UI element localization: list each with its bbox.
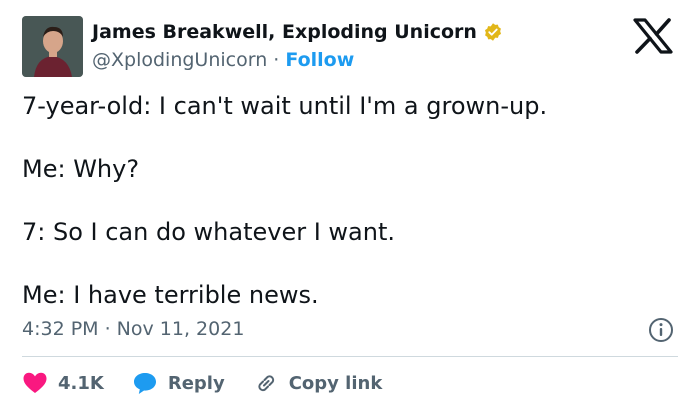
- divider: [22, 356, 678, 357]
- handle-separator: ·: [273, 49, 280, 71]
- like-button[interactable]: 4.1K: [22, 371, 104, 395]
- author-handle[interactable]: @XplodingUnicorn: [92, 49, 267, 71]
- author-name-row: James Breakwell, Exploding Unicorn: [92, 21, 503, 43]
- tweet-text-line: 7: So I can do whatever I want.: [22, 218, 396, 246]
- tweet-text-line: 7-year-old: I can't wait until I'm a gro…: [22, 92, 548, 120]
- author-name[interactable]: James Breakwell, Exploding Unicorn: [92, 21, 477, 43]
- tweet-text-line: Me: Why?: [22, 155, 140, 183]
- verified-badge-icon: [484, 23, 501, 41]
- copy-link-label: Copy link: [288, 372, 383, 394]
- info-icon[interactable]: [648, 317, 674, 343]
- tweet-timestamp[interactable]: 4:32 PM · Nov 11, 2021: [22, 318, 244, 340]
- reply-button[interactable]: Reply: [132, 371, 225, 395]
- copy-link-button[interactable]: Copy link: [253, 371, 383, 395]
- avatar-image: [22, 16, 83, 77]
- action-bar: 4.1K Reply Copy link: [22, 368, 410, 398]
- follow-button[interactable]: Follow: [285, 49, 354, 71]
- reply-label: Reply: [167, 372, 225, 394]
- author-handle-row: @XplodingUnicorn · Follow: [92, 49, 354, 71]
- heart-icon: [23, 372, 47, 393]
- link-icon: [258, 375, 274, 392]
- speech-bubble-icon: [133, 373, 156, 394]
- like-count: 4.1K: [58, 372, 104, 394]
- tweet-text-line: Me: I have terrible news.: [22, 281, 319, 309]
- x-logo-icon[interactable]: [633, 18, 673, 54]
- avatar[interactable]: [22, 16, 83, 77]
